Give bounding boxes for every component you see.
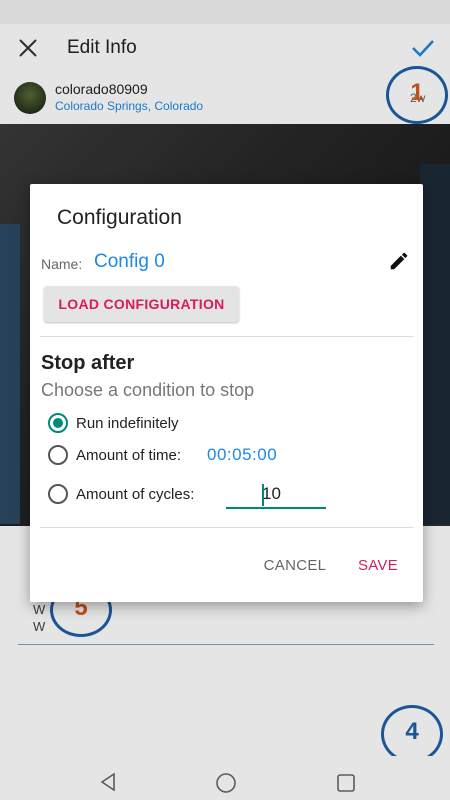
divider: [40, 336, 413, 337]
radio-run-indefinitely-label[interactable]: Run indefinitely: [76, 415, 179, 432]
stop-after-heading: Stop after: [41, 352, 135, 374]
radio-amount-of-cycles-label[interactable]: Amount of cycles:: [76, 486, 194, 503]
text-cursor: [262, 484, 264, 506]
radio-amount-of-cycles[interactable]: [48, 484, 68, 504]
radio-run-indefinitely[interactable]: [48, 413, 68, 433]
dialog-title: Configuration: [57, 206, 182, 229]
radio-amount-of-time-label[interactable]: Amount of time:: [76, 447, 181, 464]
config-name: Config 0: [94, 251, 165, 272]
configuration-dialog: Configuration Name: Config 0 LOAD CONFIG…: [30, 184, 423, 602]
stop-after-subtitle: Choose a condition to stop: [41, 380, 255, 400]
radio-amount-of-time[interactable]: [48, 445, 68, 465]
cancel-button[interactable]: CANCEL: [255, 552, 335, 580]
name-label: Name:: [41, 256, 83, 272]
time-value[interactable]: 00:05:00: [207, 445, 277, 465]
save-button[interactable]: SAVE: [348, 552, 408, 580]
load-configuration-button[interactable]: LOAD CONFIGURATION: [44, 286, 239, 322]
pencil-icon[interactable]: [388, 250, 410, 272]
divider: [40, 527, 413, 528]
cycles-input[interactable]: [226, 481, 326, 509]
